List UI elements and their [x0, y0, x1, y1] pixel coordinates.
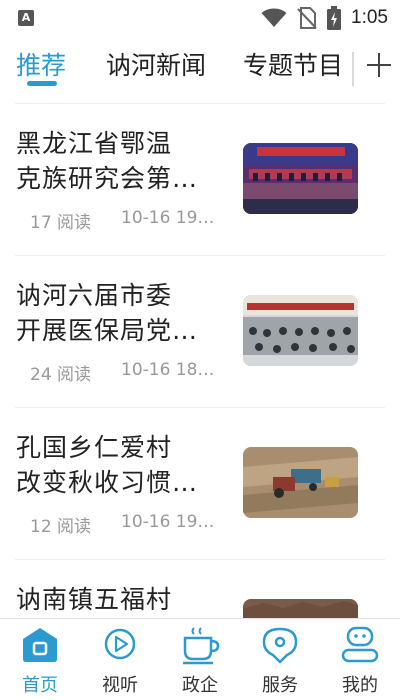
- plus-icon[interactable]: [364, 50, 394, 80]
- tab-recommend[interactable]: 推荐: [16, 46, 66, 82]
- news-feed[interactable]: 黑龙江省鄂温 克族研究会第… 17 阅读 10-16 19… 讷河六届市委 开展…: [0, 104, 400, 618]
- nav-profile[interactable]: 我的: [320, 619, 400, 700]
- nav-label: 首页: [22, 675, 58, 696]
- tab-nehe-news[interactable]: 讷河新闻: [106, 46, 206, 82]
- nav-label: 政企: [182, 675, 218, 696]
- news-title[interactable]: 孔国乡仁爱村 改变秋收习惯…: [16, 430, 216, 500]
- bottom-navigation: 首页 视听 政企 服务 我的: [0, 618, 400, 700]
- news-item[interactable]: 讷南镇五福村: [0, 560, 400, 618]
- news-thumbnail[interactable]: [243, 447, 358, 518]
- publish-date: 10-16 19…: [121, 512, 215, 532]
- coffee-cup-icon: [183, 627, 220, 665]
- view-count: 12 阅读: [30, 517, 92, 537]
- news-title[interactable]: 讷南镇五福村: [16, 582, 216, 617]
- publish-date: 10-16 18…: [121, 360, 215, 380]
- nav-label: 我的: [342, 675, 378, 696]
- profile-icon: [341, 626, 379, 663]
- battery-charging-icon: [327, 6, 342, 30]
- status-bar: A 1:05: [0, 0, 400, 36]
- category-tabs: 推荐 讷河新闻 专题节目: [0, 36, 400, 102]
- wifi-icon: [261, 8, 287, 27]
- tabs-divider: [352, 52, 354, 86]
- play-icon: [104, 628, 136, 660]
- view-count: 17 阅读: [30, 213, 92, 233]
- view-count: 24 阅读: [30, 365, 92, 385]
- news-item[interactable]: 孔国乡仁爱村 改变秋收习惯… 12 阅读 10-16 19…: [0, 408, 400, 560]
- news-thumbnail[interactable]: [243, 143, 358, 214]
- active-tab-indicator: [27, 81, 57, 86]
- app-notification-icon: A: [18, 10, 34, 26]
- news-title[interactable]: 黑龙江省鄂温 克族研究会第…: [16, 126, 216, 196]
- tab-special-programs[interactable]: 专题节目: [243, 46, 343, 82]
- news-thumbnail[interactable]: [243, 295, 358, 366]
- status-icons: 1:05: [261, 6, 388, 30]
- no-sim-icon: [297, 7, 317, 29]
- publish-date: 10-16 19…: [121, 208, 215, 228]
- news-thumbnail[interactable]: [243, 599, 358, 618]
- news-item[interactable]: 讷河六届市委 开展医保局党… 24 阅读 10-16 18…: [0, 256, 400, 408]
- nav-media[interactable]: 视听: [80, 619, 160, 700]
- nav-label: 服务: [262, 675, 298, 696]
- news-title[interactable]: 讷河六届市委 开展医保局党…: [16, 278, 216, 348]
- home-icon: [23, 628, 57, 662]
- location-pin-icon: [262, 627, 298, 664]
- nav-government-enterprise[interactable]: 政企: [160, 619, 240, 700]
- nav-label: 视听: [102, 675, 138, 696]
- news-item[interactable]: 黑龙江省鄂温 克族研究会第… 17 阅读 10-16 19…: [0, 104, 400, 256]
- clock: 1:05: [351, 7, 388, 28]
- nav-home[interactable]: 首页: [0, 619, 80, 700]
- nav-services[interactable]: 服务: [240, 619, 320, 700]
